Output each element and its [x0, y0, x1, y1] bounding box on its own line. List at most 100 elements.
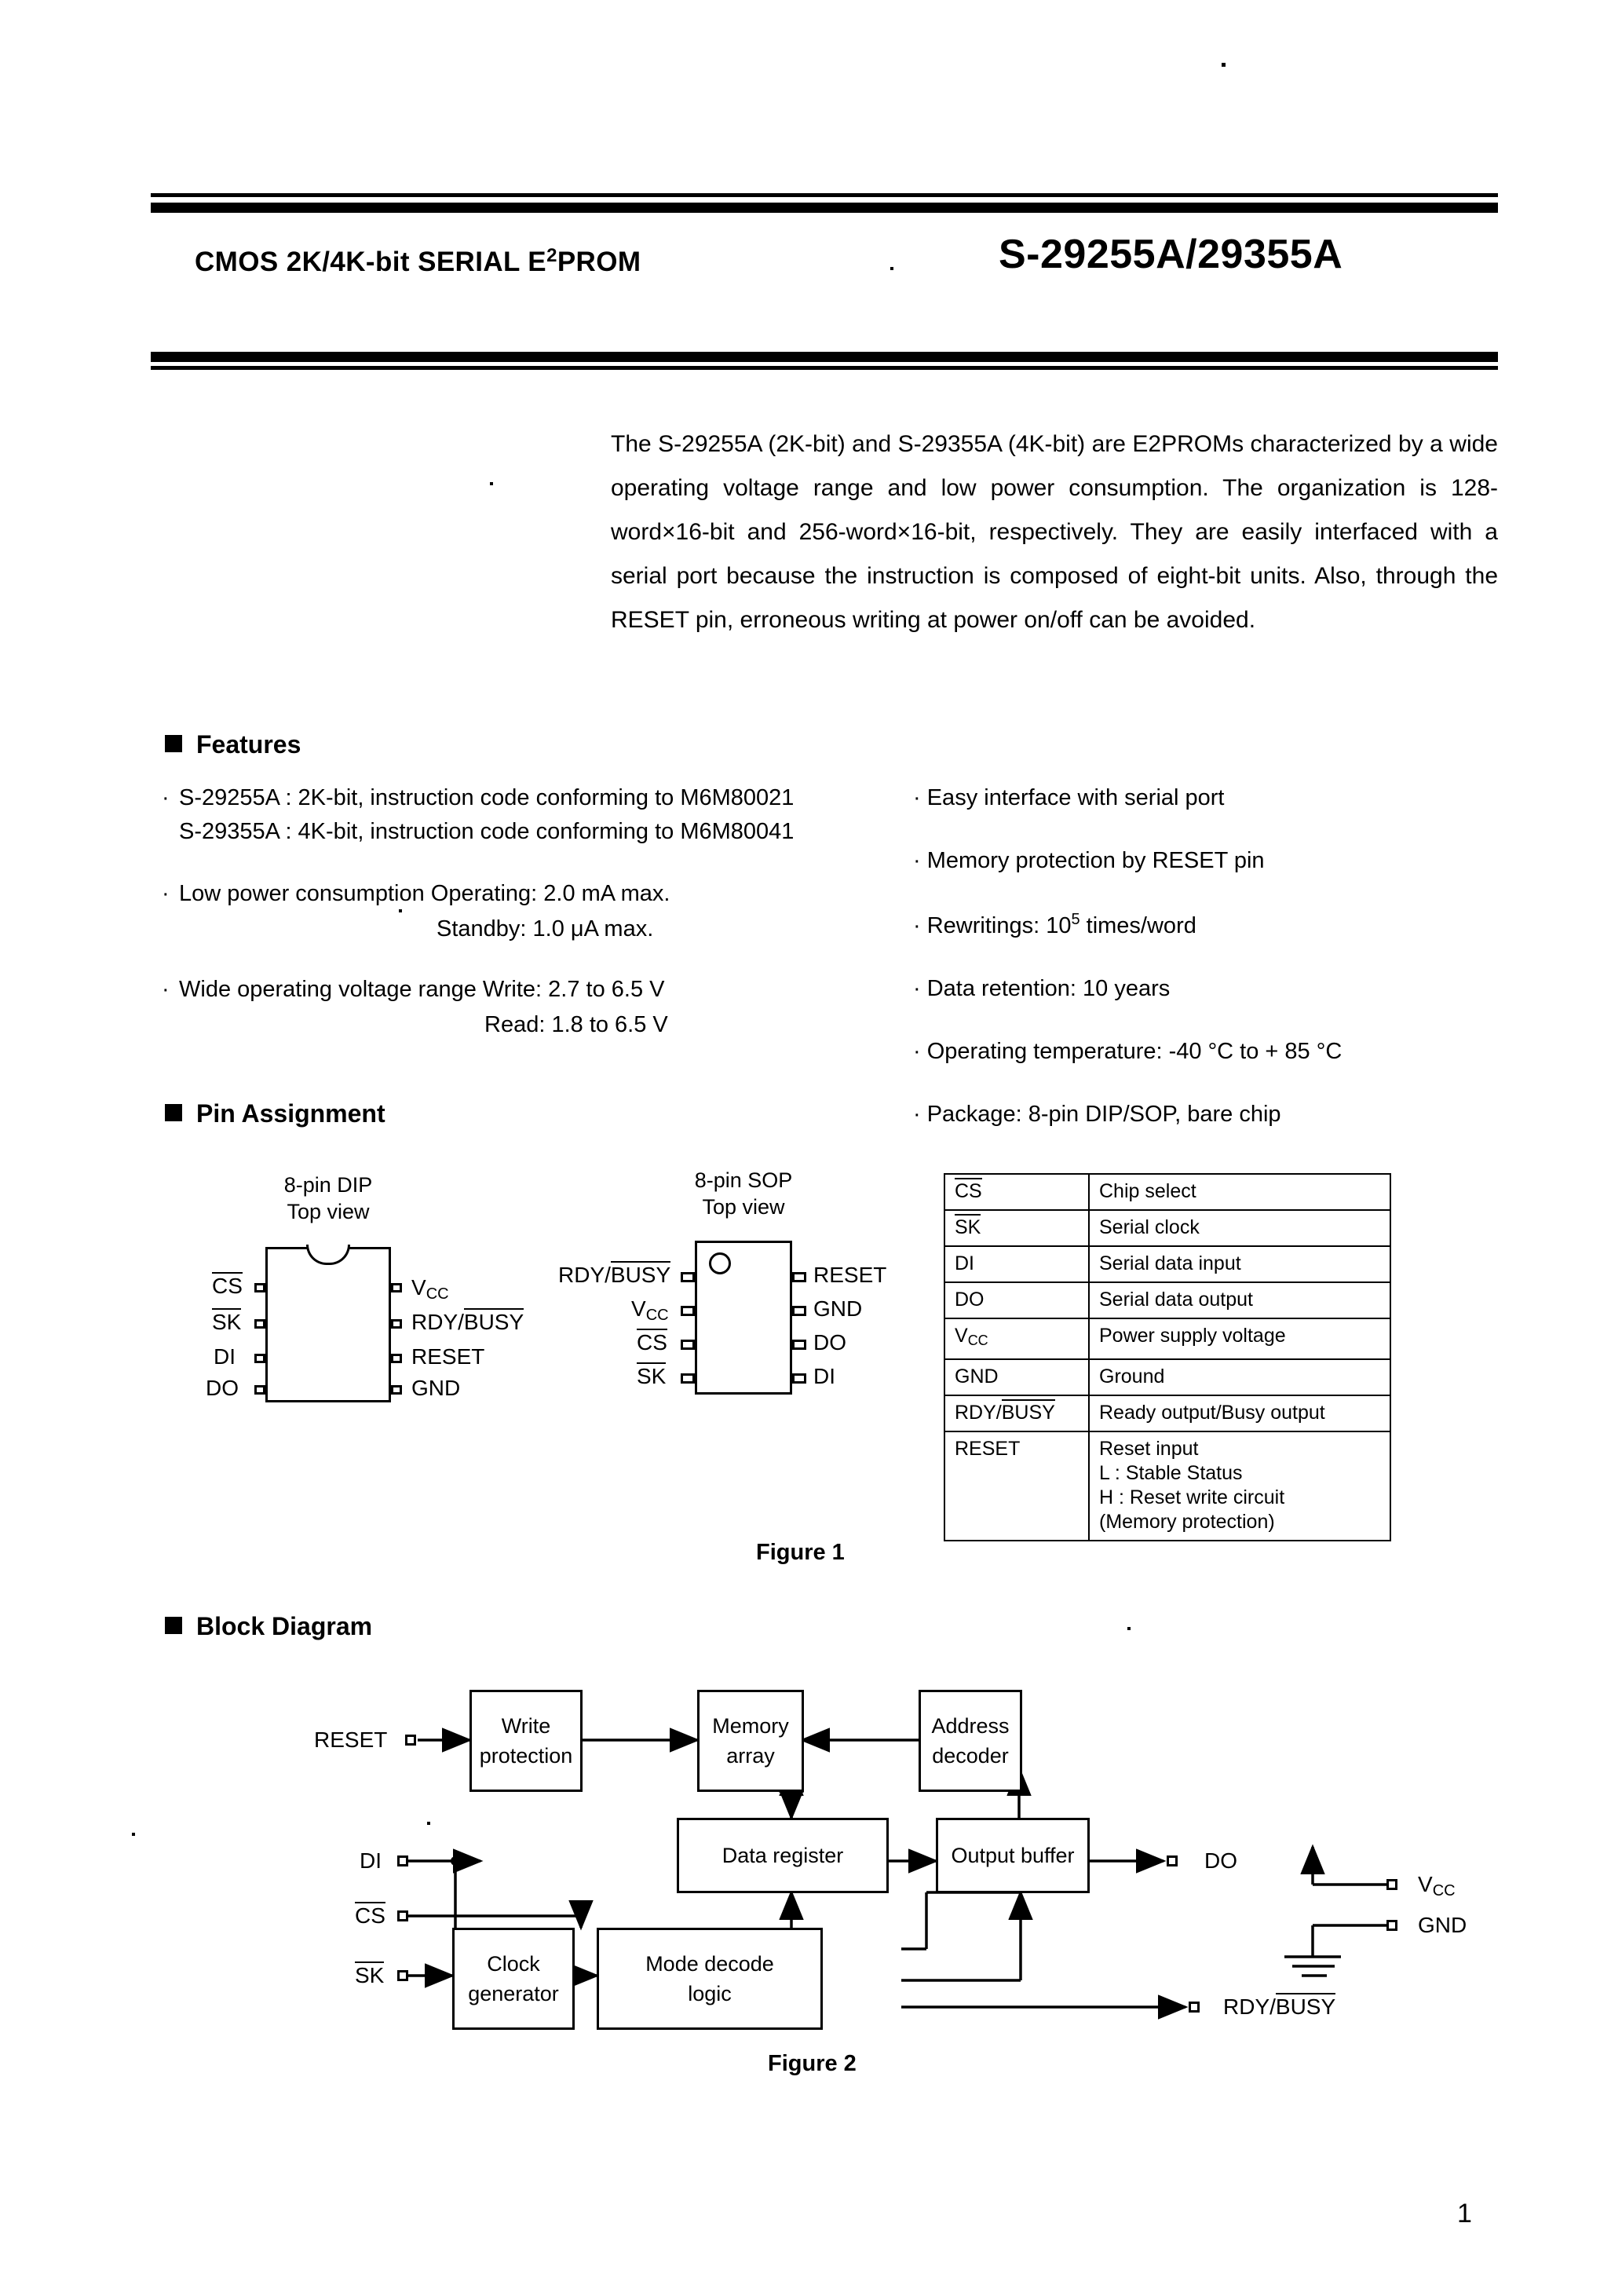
feature-item-serial-port: · Easy interface with serial port — [913, 785, 1225, 810]
feature-line-29355a: S-29355A : 4K-bit, instruction code conf… — [179, 819, 795, 844]
dip-title-line1: 8-pin DIP — [283, 1173, 373, 1197]
features-left-column: · S-29255A : 2K-bit, instruction code co… — [162, 785, 884, 1038]
dip-pin-label-rdy-busy: RDY/BUSY — [411, 1308, 524, 1334]
pin-desc-do: Serial data output — [1088, 1281, 1391, 1319]
pin-desc-sk: Serial clock — [1088, 1209, 1391, 1247]
dip-pin-label-do: DO — [206, 1376, 239, 1400]
pin-desc-di: Serial data input — [1088, 1245, 1391, 1283]
signal-label-gnd: GND — [1418, 1913, 1467, 1937]
header-rule-bottom-thin — [151, 366, 1498, 370]
square-bullet-icon — [165, 735, 182, 752]
scan-speck — [1222, 63, 1226, 67]
sop-pin-stub-left-4 — [681, 1373, 695, 1384]
table-row: CS Chip select — [944, 1173, 1391, 1211]
feature-item-rewritings: · Rewritings: 105 times/word — [913, 911, 1196, 938]
pin-desc-reset: Reset input L : Stable Status H : Reset … — [1088, 1431, 1391, 1541]
table-row: DI Serial data input — [944, 1245, 1391, 1283]
sop-pin-stub-right-4 — [792, 1373, 806, 1384]
feature-item-operating-temperature: · Operating temperature: -40 °C to + 85 … — [913, 1039, 1343, 1064]
feature-line-standby-current: Standby: 1.0 μA max. — [437, 916, 654, 941]
terminal-cs — [397, 1910, 408, 1921]
terminal-di — [397, 1855, 408, 1866]
dip-pin-stub-left-3 — [254, 1354, 265, 1363]
dip-pin-label-sk: SK — [212, 1308, 242, 1334]
pin-assignment-heading: Pin Assignment — [165, 1099, 385, 1128]
scan-speck — [132, 1833, 135, 1836]
sop-package-title: 8-pin SOP Top view — [687, 1167, 800, 1220]
block-diagram-heading-label: Block Diagram — [196, 1612, 373, 1640]
table-row: DO Serial data output — [944, 1281, 1391, 1319]
feature-label-serial-port: Easy interface with serial port — [926, 785, 1225, 810]
block-mode-decode-logic: Mode decode logic — [597, 1928, 823, 2030]
datasheet-page: CMOS 2K/4K-bit SERIAL E2PROM S-29255A/29… — [0, 0, 1622, 2296]
pin-name-vcc: VCC — [944, 1318, 1090, 1360]
pin-desc-gnd: Ground — [1088, 1358, 1391, 1396]
feature-item-package: · Package: 8-pin DIP/SOP, bare chip — [913, 1102, 1281, 1127]
signal-label-vcc: VCC — [1418, 1872, 1456, 1899]
e2prom-superscript: 2 — [546, 245, 557, 266]
table-row: GND Ground — [944, 1358, 1391, 1396]
product-category-suffix: PROM — [557, 247, 641, 277]
header-rule-bottom-thick — [151, 352, 1498, 362]
block-write-protection: Write protection — [469, 1690, 583, 1792]
signal-label-reset: RESET — [314, 1727, 388, 1752]
block-memory-array: Memory array — [697, 1690, 804, 1792]
pin-assignment-heading-label: Pin Assignment — [196, 1099, 385, 1128]
block-mode-decode-logic-label: Mode decode logic — [645, 1952, 774, 2005]
feature-dot-icon: · — [162, 881, 170, 906]
dip-pin-stub-right-1 — [391, 1283, 402, 1292]
product-category-title: CMOS 2K/4K-bit SERIAL E2PROM — [195, 245, 641, 278]
feature-line-operating-current: Low power consumption Operating: 2.0 mA … — [179, 881, 670, 906]
feature-dot-icon: · — [162, 977, 170, 1002]
dip-package-body — [265, 1247, 391, 1402]
figure-2-caption: Figure 2 — [768, 2051, 857, 2076]
product-category-prefix: CMOS 2K/4K-bit SERIAL E — [195, 247, 547, 277]
feature-item-voltage-range: · Wide operating voltage range Write: 2.… — [162, 977, 884, 1038]
table-row: SK Serial clock — [944, 1209, 1391, 1247]
block-clock-generator: Clock generator — [452, 1928, 575, 2030]
feature-item-low-power: · Low power consumption Operating: 2.0 m… — [162, 881, 884, 942]
dip-pin-stub-left-4 — [254, 1385, 265, 1395]
pin-name-sk: SK — [944, 1209, 1090, 1247]
terminal-vcc — [1386, 1879, 1397, 1890]
feature-dot-icon: · — [162, 785, 170, 810]
dip-pin-stub-left-2 — [254, 1319, 265, 1329]
sop-pin-label-cs: CS — [637, 1329, 667, 1355]
part-number-title: S-29255A/29355A — [999, 232, 1343, 277]
pin-name-rdy-busy: RDY/BUSY — [944, 1395, 1090, 1432]
feature-label-rewritings-suffix: times/word — [1080, 913, 1196, 938]
pin-name-gnd: GND — [944, 1358, 1090, 1396]
di-junction-dot — [451, 1856, 460, 1866]
signal-label-do: DO — [1204, 1848, 1237, 1873]
scan-speck — [1127, 1627, 1131, 1630]
intro-paragraph: The S-29255A (2K-bit) and S-29355A (4K-b… — [611, 431, 1498, 633]
table-row: RESET Reset input L : Stable Status H : … — [944, 1431, 1391, 1541]
signal-label-sk: SK — [355, 1961, 385, 1987]
square-bullet-icon — [165, 1104, 182, 1121]
block-data-register-label: Data register — [721, 1844, 844, 1867]
feature-label-data-retention: Data retention: 10 years — [926, 976, 1171, 1001]
feature-label-operating-temperature: Operating temperature: -40 °C to + 85 °C — [926, 1039, 1343, 1064]
signal-label-rdy-busy: RDY/BUSY — [1223, 1993, 1336, 2019]
scan-speck — [399, 909, 402, 912]
dip-pin-stub-left-1 — [254, 1283, 265, 1292]
pin-function-table: CS Chip select SK Serial clock DI Serial… — [944, 1173, 1391, 1541]
dip-pin-label-reset: RESET — [411, 1344, 485, 1369]
block-data-register: Data register — [677, 1818, 889, 1893]
block-address-decoder: Address decoder — [919, 1690, 1022, 1792]
feature-line-write-voltage: Wide operating voltage range Write: 2.7 … — [179, 977, 665, 1002]
figure-1-caption: Figure 1 — [756, 1540, 845, 1565]
sop-pin-label-reset: RESET — [813, 1263, 887, 1287]
sop-pin-label-vcc: VCC — [631, 1296, 669, 1324]
sop-pin-stub-left-3 — [681, 1340, 695, 1350]
sop-title-line2: Top view — [702, 1195, 785, 1219]
pin-name-di: DI — [944, 1245, 1090, 1283]
page-number: 1 — [1457, 2199, 1472, 2228]
features-heading-label: Features — [196, 730, 301, 759]
block-output-buffer: Output buffer — [936, 1818, 1090, 1893]
sop-pin-label-do: DO — [813, 1330, 846, 1355]
feature-item-memory-protection: · Memory protection by RESET pin — [913, 848, 1265, 873]
block-diagram-heading: Block Diagram — [165, 1612, 372, 1641]
pin-desc-rdy-busy: Ready output/Busy output — [1088, 1395, 1391, 1432]
dip-title-line2: Top view — [287, 1200, 370, 1223]
